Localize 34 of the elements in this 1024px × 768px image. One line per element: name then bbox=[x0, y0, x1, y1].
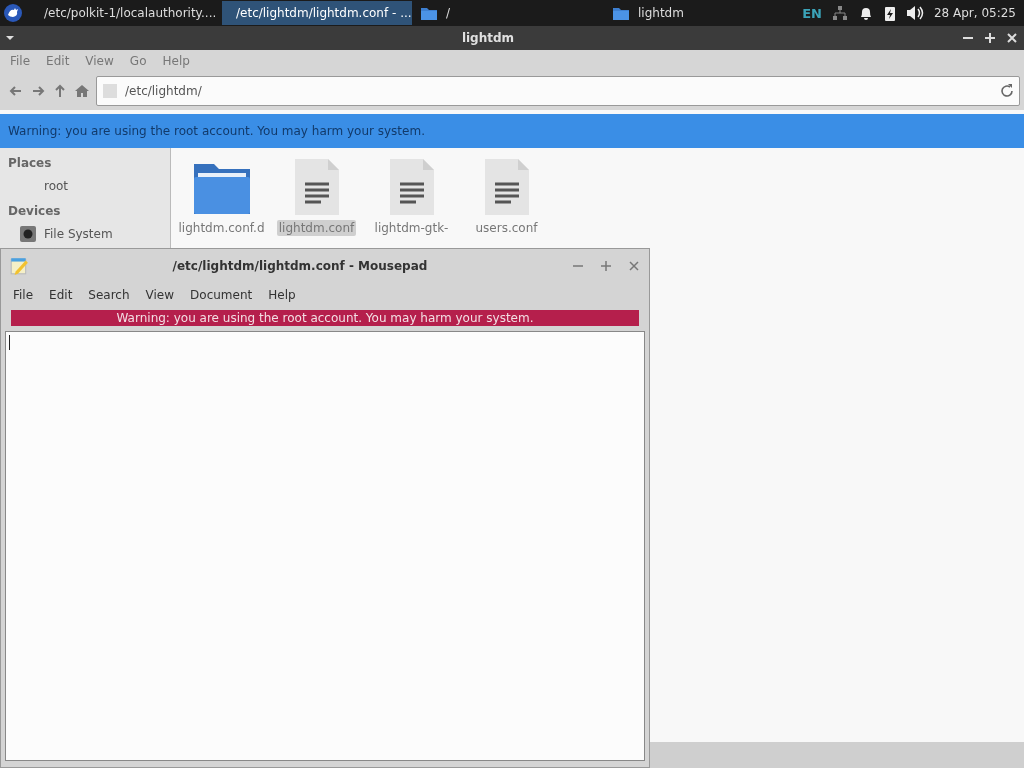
file-name[interactable]: users.conf bbox=[473, 220, 540, 236]
file-name[interactable]: lightdm-gtk- bbox=[372, 220, 451, 236]
notepad-icon bbox=[9, 256, 29, 276]
location-field[interactable]: /etc/lightdm/ bbox=[96, 76, 1020, 106]
volume-icon[interactable] bbox=[905, 5, 924, 21]
drive-icon bbox=[20, 226, 36, 242]
battery-icon[interactable] bbox=[883, 5, 896, 21]
app-menu-icon[interactable] bbox=[4, 4, 22, 22]
text-cursor bbox=[9, 335, 10, 350]
file-name[interactable]: lightdm.conf.d bbox=[176, 220, 267, 236]
menu-item[interactable]: File bbox=[5, 285, 42, 305]
taskbar-button[interactable]: / bbox=[414, 1, 604, 25]
menu-item[interactable]: Help bbox=[260, 285, 304, 305]
warning-banner: Warning: you are using the root account. You may harm your system. bbox=[0, 114, 1024, 148]
taskbar-button[interactable]: /etc/polkit-1/localauthority.... bbox=[30, 1, 220, 25]
taskbar-button[interactable]: lightdm bbox=[606, 1, 796, 25]
menu-item[interactable]: Search bbox=[80, 285, 138, 305]
sidebar-item[interactable]: root bbox=[0, 176, 170, 202]
maximize-icon[interactable] bbox=[982, 30, 998, 46]
sidebar-heading: Places bbox=[7, 155, 53, 172]
menu-item[interactable]: View bbox=[137, 285, 183, 305]
sidebar-heading: Devices bbox=[7, 203, 62, 220]
menu-item[interactable]: Edit bbox=[41, 285, 81, 305]
window-title: lightdm bbox=[460, 31, 516, 45]
taskbar-button[interactable]: /etc/lightdm/lightdm.conf - ... bbox=[222, 1, 412, 25]
keyboard-layout-indicator[interactable]: EN bbox=[802, 5, 822, 21]
clock[interactable]: 28 Apr, 05:25 bbox=[933, 6, 1016, 20]
home-icon[interactable] bbox=[74, 83, 90, 99]
sidebar-item[interactable]: File System bbox=[0, 224, 170, 250]
reload-icon[interactable] bbox=[999, 83, 1015, 99]
warning-banner: Warning: you are using the root account. You may harm your system. bbox=[11, 310, 639, 326]
menu-item[interactable]: Document bbox=[182, 285, 261, 305]
window-title: /etc/lightdm/lightdm.conf - Mousepad bbox=[171, 259, 429, 273]
network-icon[interactable] bbox=[831, 5, 848, 21]
